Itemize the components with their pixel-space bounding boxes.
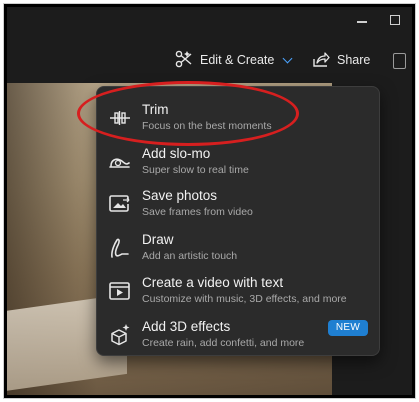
menu-item-subtitle: Customize with music, 3D effects, and mo… bbox=[142, 293, 347, 305]
share-button[interactable]: Share bbox=[312, 45, 370, 75]
menu-item-subtitle: Super slow to real time bbox=[142, 164, 249, 176]
menu-item-subtitle: Add an artistic touch bbox=[142, 250, 238, 262]
edit-create-label: Edit & Create bbox=[200, 53, 275, 67]
title-bar bbox=[7, 7, 412, 37]
video-text-icon bbox=[107, 278, 133, 304]
menu-item-subtitle: Save frames from video bbox=[142, 206, 253, 218]
menu-item-add-slo-mo[interactable]: Add slo-mo Super slow to real time bbox=[97, 146, 379, 186]
menu-item-add-3d-effects[interactable]: Add 3D effects Create rain, add confetti… bbox=[97, 319, 379, 359]
trim-icon bbox=[107, 105, 133, 131]
app-window: Edit & Create Share Trim Focus on the be… bbox=[4, 4, 415, 398]
menu-item-title: Trim bbox=[142, 102, 169, 117]
toolbar: Edit & Create Share bbox=[7, 37, 412, 83]
edit-create-button[interactable]: Edit & Create bbox=[175, 45, 293, 75]
chevron-down-icon bbox=[282, 53, 293, 63]
slomo-icon bbox=[107, 149, 133, 175]
menu-item-title: Draw bbox=[142, 232, 174, 247]
minimize-icon[interactable] bbox=[357, 21, 367, 23]
share-icon bbox=[312, 50, 330, 71]
menu-item-save-photos[interactable]: Save photos Save frames from video bbox=[97, 188, 379, 228]
menu-item-create-video-with-text[interactable]: Create a video with text Customize with … bbox=[97, 275, 379, 315]
edit-create-icon bbox=[175, 50, 193, 71]
menu-item-subtitle: Focus on the best moments bbox=[142, 120, 272, 132]
menu-item-subtitle: Create rain, add confetti, and more bbox=[142, 337, 305, 349]
overflow-panel-icon[interactable] bbox=[393, 53, 406, 69]
maximize-icon[interactable] bbox=[390, 15, 400, 25]
new-badge: NEW bbox=[328, 320, 368, 336]
3d-effects-icon bbox=[107, 322, 133, 348]
edit-create-menu: Trim Focus on the best moments Add slo-m… bbox=[96, 86, 380, 356]
menu-item-title: Add 3D effects bbox=[142, 319, 231, 334]
save-photos-icon bbox=[107, 191, 133, 217]
menu-item-title: Save photos bbox=[142, 188, 218, 203]
draw-icon bbox=[107, 235, 133, 261]
menu-item-title: Create a video with text bbox=[142, 275, 284, 290]
menu-item-title: Add slo-mo bbox=[142, 146, 211, 161]
share-label: Share bbox=[337, 53, 371, 67]
menu-item-draw[interactable]: Draw Add an artistic touch bbox=[97, 232, 379, 272]
menu-item-trim[interactable]: Trim Focus on the best moments bbox=[97, 102, 379, 142]
